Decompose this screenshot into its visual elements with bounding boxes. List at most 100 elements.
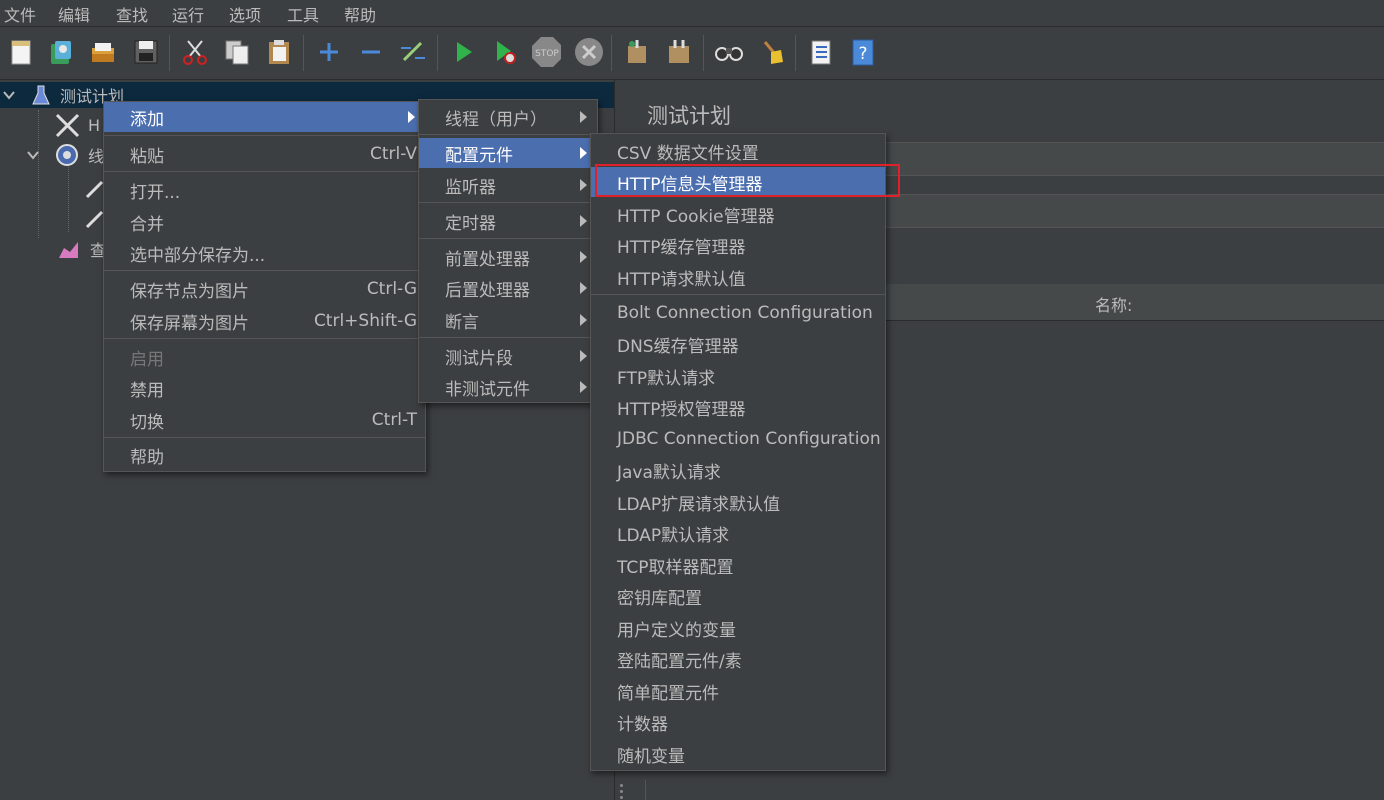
config-item-csv-data-set[interactable]: CSV 数据文件设置 <box>591 136 885 166</box>
stop-text: STOP <box>535 49 559 59</box>
splitter-grip <box>620 796 623 799</box>
submenu-arrow-icon <box>580 350 587 362</box>
config-item-http-cache-manager[interactable]: HTTP缓存管理器 <box>591 230 885 260</box>
submenu-arrow-icon <box>580 282 587 294</box>
submenu-arrow-icon <box>580 381 587 393</box>
context-menu: 添加 粘贴 Ctrl-V 打开... 合并 选中部分保存为... 保存节点为图片 C… <box>103 101 426 472</box>
menu-search[interactable]: 查找 <box>116 2 148 26</box>
config-item-http-cookie-manager[interactable]: HTTP Cookie管理器 <box>591 199 885 229</box>
config-item-keystore-config[interactable]: 密钥库配置 <box>591 581 885 611</box>
clear-icon[interactable] <box>622 37 652 67</box>
menu-options[interactable]: 选项 <box>229 2 261 26</box>
start-icon[interactable] <box>448 37 478 67</box>
menu-item-save-screen-image[interactable]: 保存屏幕为图片 Ctrl+Shift-G <box>104 306 425 336</box>
cut-icon[interactable] <box>180 37 210 67</box>
submenu-item-test-fragment[interactable]: 测试片段 <box>419 341 597 371</box>
gear-icon <box>56 144 78 166</box>
paste-icon[interactable] <box>264 37 294 67</box>
clear-all-icon[interactable] <box>664 37 694 67</box>
add-submenu: 线程（用户） 配置元件 监听器 定时器 前置处理器 后置处理器 断言 测试片段 … <box>418 99 598 403</box>
submenu-item-post-processor[interactable]: 后置处理器 <box>419 273 597 303</box>
submenu-arrow-icon <box>580 179 587 191</box>
expand-icon[interactable] <box>314 37 344 67</box>
reset-search-icon[interactable] <box>756 37 786 67</box>
menu-item-open[interactable]: 打开... <box>104 175 425 205</box>
tree-node-http-defaults[interactable]: H <box>54 112 100 138</box>
config-item-http-request-defaults[interactable]: HTTP请求默认值 <box>591 262 885 292</box>
config-item-jdbc-connection[interactable]: JDBC Connection Configuration <box>591 424 885 454</box>
start-no-pause-icon[interactable] <box>490 37 520 67</box>
config-item-java-defaults[interactable]: Java默认请求 <box>591 455 885 485</box>
config-item-ftp-defaults[interactable]: FTP默认请求 <box>591 361 885 391</box>
help-icon[interactable]: ? <box>848 37 878 67</box>
config-item-random-variable[interactable]: 随机变量 <box>591 739 885 769</box>
submenu-arrow-icon <box>580 147 587 159</box>
panel-title: 测试计划 <box>647 104 731 128</box>
config-item-ldap-ext-defaults[interactable]: LDAP扩展请求默认值 <box>591 487 885 517</box>
splitter-grip <box>620 790 623 793</box>
menu-item-merge[interactable]: 合并 <box>104 207 425 237</box>
tree-node-label: 线 <box>88 147 105 166</box>
expand-toggle-icon[interactable] <box>2 88 16 102</box>
graph-icon <box>59 242 78 258</box>
save-icon[interactable] <box>131 37 161 67</box>
submenu-item-pre-processor[interactable]: 前置处理器 <box>419 242 597 272</box>
config-item-user-defined-variables[interactable]: 用户定义的变量 <box>591 613 885 643</box>
menu-run[interactable]: 运行 <box>172 2 204 26</box>
highlight-box <box>595 164 900 197</box>
menu-item-disable[interactable]: 禁用 <box>104 373 425 403</box>
open-icon[interactable] <box>88 37 118 67</box>
config-item-login-config[interactable]: 登陆配置元件/素 <box>591 644 885 674</box>
menu-item-help[interactable]: 帮助 <box>104 440 425 470</box>
menu-item-add[interactable]: 添加 <box>104 102 425 132</box>
submenu-arrow-icon <box>580 314 587 326</box>
menu-item-toggle[interactable]: 切换 Ctrl-T <box>104 405 425 435</box>
copy-icon[interactable] <box>222 37 252 67</box>
svg-text:?: ? <box>858 44 867 64</box>
tools-icon <box>55 113 80 138</box>
menu-item-enable: 启用 <box>130 349 164 370</box>
submenu-item-non-test-element[interactable]: 非测试元件 <box>419 372 597 402</box>
search-icon[interactable] <box>714 37 744 67</box>
config-item-http-auth-manager[interactable]: HTTP授权管理器 <box>591 392 885 422</box>
divider <box>645 780 646 800</box>
menu-item-save-node-image[interactable]: 保存节点为图片 Ctrl-G <box>104 274 425 304</box>
submenu-item-listener[interactable]: 监听器 <box>419 170 597 200</box>
submenu-item-assertion[interactable]: 断言 <box>419 305 597 335</box>
collapse-icon[interactable] <box>356 37 386 67</box>
submenu-item-threads[interactable]: 线程（用户） <box>419 102 597 132</box>
config-item-bolt-connection[interactable]: Bolt Connection Configuration <box>591 298 885 328</box>
toggle-icon[interactable] <box>398 37 428 67</box>
menu-help[interactable]: 帮助 <box>344 2 376 26</box>
config-item-ldap-defaults[interactable]: LDAP默认请求 <box>591 518 885 548</box>
menu-tools[interactable]: 工具 <box>287 2 319 26</box>
toolbar: STOP ? <box>0 27 1384 80</box>
flask-icon <box>32 85 50 105</box>
config-item-simple-config[interactable]: 简单配置元件 <box>591 676 885 706</box>
menu-item-save-selection[interactable]: 选中部分保存为... <box>104 238 425 268</box>
menu-edit[interactable]: 编辑 <box>58 2 90 26</box>
templates-icon[interactable] <box>46 37 76 67</box>
config-item-tcp-sampler-config[interactable]: TCP取样器配置 <box>591 550 885 580</box>
submenu-item-config-element[interactable]: 配置元件 <box>419 138 597 168</box>
config-item-dns-cache-manager[interactable]: DNS缓存管理器 <box>591 329 885 359</box>
stop-icon[interactable]: STOP <box>531 37 561 67</box>
tree-node-thread-group[interactable]: 线 <box>26 142 104 168</box>
submenu-arrow-icon <box>580 111 587 123</box>
name-column-header: 名称: <box>1095 296 1133 315</box>
expand-toggle-icon[interactable] <box>26 148 40 162</box>
config-item-counter[interactable]: 计数器 <box>591 707 885 737</box>
submenu-arrow-icon <box>408 111 415 123</box>
menu-item-paste[interactable]: 粘贴 Ctrl-V <box>104 139 425 169</box>
menu-bar: 文件 编辑 查找 运行 选项 工具 帮助 <box>0 0 1384 27</box>
submenu-arrow-icon <box>580 215 587 227</box>
new-icon[interactable] <box>6 37 36 67</box>
menu-file[interactable]: 文件 <box>4 2 36 26</box>
tree-node-listener[interactable]: 查 <box>56 236 106 262</box>
splitter-grip <box>620 784 623 787</box>
tree-node-label: H <box>88 115 101 135</box>
submenu-item-timer[interactable]: 定时器 <box>419 206 597 236</box>
submenu-arrow-icon <box>580 251 587 263</box>
function-helper-icon[interactable] <box>806 37 836 67</box>
shutdown-icon[interactable] <box>573 37 603 67</box>
